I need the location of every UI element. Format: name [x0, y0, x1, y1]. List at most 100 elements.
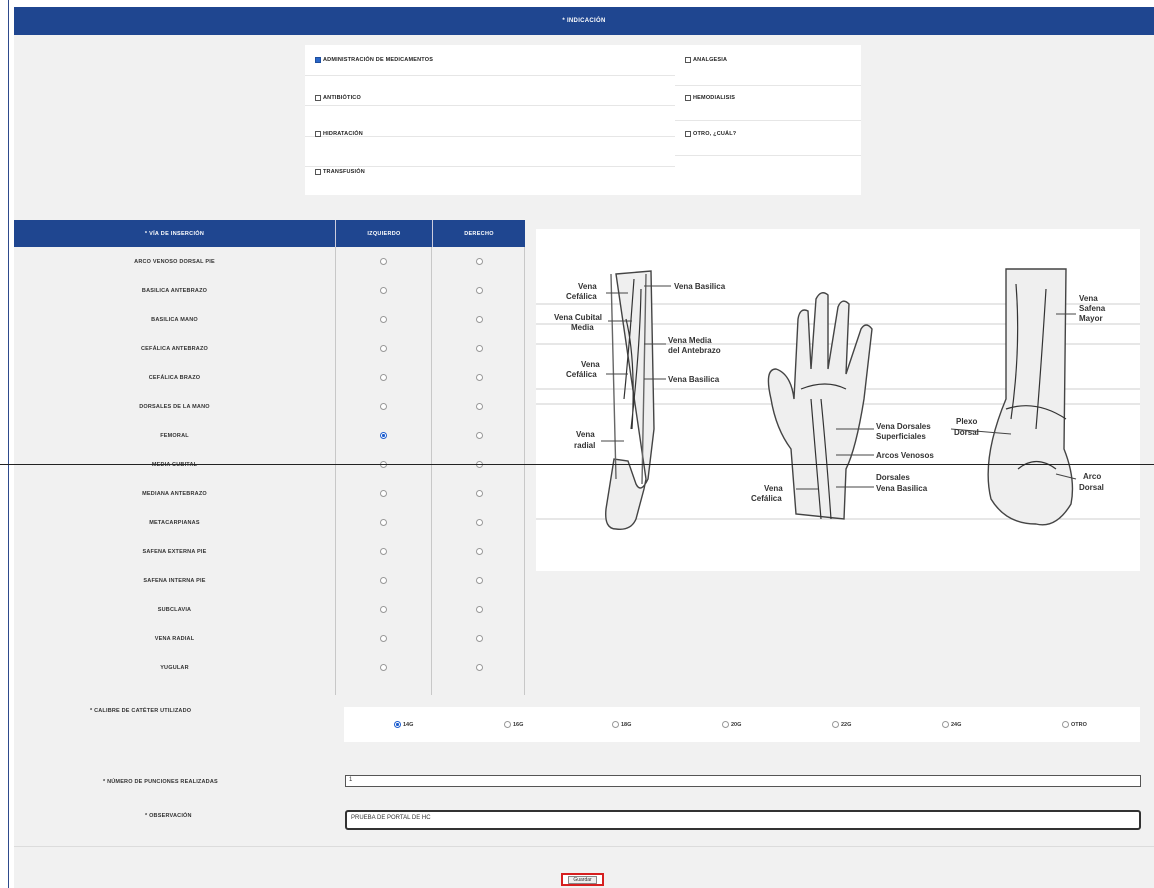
radio-derecho[interactable]: [476, 664, 483, 671]
checkbox-hemodialisis[interactable]: HEMODIALISIS: [685, 95, 735, 101]
radio-derecho[interactable]: [476, 316, 483, 323]
via-row: ARCO VENOSO DORSAL PIE: [14, 247, 524, 276]
radio-icon[interactable]: [832, 721, 839, 728]
label-vena-cefalica: Vena Cefálica: [566, 282, 599, 301]
guardar-button[interactable]: Guardar: [561, 873, 604, 886]
checkbox-label: TRANSFUSIÓN: [323, 169, 365, 175]
label-arcos-venosos: Arcos Venosos: [876, 451, 934, 460]
option-label: 20G: [731, 721, 742, 728]
radio-izquierdo[interactable]: [380, 606, 387, 613]
radio-derecho[interactable]: [476, 258, 483, 265]
radio-izquierdo[interactable]: [380, 548, 387, 555]
radio-izquierdo[interactable]: [380, 490, 387, 497]
observacion-textarea[interactable]: PRUEBA DE PORTAL DE HC: [345, 810, 1141, 830]
calibre-option-16g[interactable]: 16G: [504, 721, 523, 728]
radio-izquierdo[interactable]: [380, 664, 387, 671]
radio-derecho[interactable]: [476, 374, 483, 381]
calibre-option-14g[interactable]: 14G: [394, 721, 413, 728]
via-row-label: CEFÁLICA BRAZO: [148, 374, 201, 381]
observacion-label: * OBSERVACIÓN: [145, 813, 192, 819]
label-vena-basilica-2: Vena Basilica: [668, 375, 720, 384]
via-row: SAFENA INTERNA PIE: [14, 566, 524, 595]
label-vena-cefalica-2: Vena Cefálica: [566, 360, 602, 379]
radio-izquierdo[interactable]: [380, 432, 387, 439]
option-label: OTRO: [1071, 721, 1087, 728]
checkbox-icon[interactable]: [685, 57, 691, 63]
calibre-option-24g[interactable]: 24G: [942, 721, 961, 728]
radio-derecho[interactable]: [476, 548, 483, 555]
divider: [305, 75, 675, 76]
divider: [305, 105, 675, 106]
checkbox-icon[interactable]: [315, 95, 321, 101]
via-row-label: VENA RADIAL: [154, 635, 195, 642]
via-row: SUBCLAVIA: [14, 595, 524, 624]
option-label: 24G: [951, 721, 962, 728]
indicacion-panel: ADMINISTRACIÓN DE MEDICAMENTOS ANALGESIA…: [305, 45, 861, 195]
veins-diagram: Vena Cefálica Vena Basilica Vena Cubital…: [536, 229, 1140, 571]
foot-illustration: [987, 268, 1074, 526]
checkbox-administracion-medicamentos[interactable]: ADMINISTRACIÓN DE MEDICAMENTOS: [315, 57, 433, 63]
label-vena-cubital-media: Vena Cubital Media: [554, 313, 604, 332]
radio-derecho[interactable]: [476, 403, 483, 410]
checkbox-icon[interactable]: [685, 95, 691, 101]
radio-icon[interactable]: [1062, 721, 1069, 728]
checkbox-antibiotico[interactable]: ANTIBIÓTICO: [315, 95, 361, 101]
calibre-option-22g[interactable]: 22G: [832, 721, 851, 728]
radio-derecho[interactable]: [476, 490, 483, 497]
radio-derecho[interactable]: [476, 287, 483, 294]
calibre-option-20g[interactable]: 20G: [722, 721, 741, 728]
checkbox-hidratacion[interactable]: HIDRATACIÓN: [315, 131, 363, 137]
radio-izquierdo[interactable]: [380, 316, 387, 323]
horizontal-divider: [0, 464, 1154, 465]
via-row-label: SAFENA EXTERNA PIE: [142, 548, 207, 555]
via-row-label: FEMORAL: [160, 432, 189, 439]
checkbox-transfusion[interactable]: TRANSFUSIÓN: [315, 169, 365, 175]
checkbox-icon[interactable]: [685, 131, 691, 137]
radio-derecho[interactable]: [476, 432, 483, 439]
checkbox-label: ADMINISTRACIÓN DE MEDICAMENTOS: [323, 57, 434, 63]
radio-izquierdo[interactable]: [380, 345, 387, 352]
checkbox-icon[interactable]: [315, 131, 321, 137]
radio-derecho[interactable]: [476, 345, 483, 352]
via-row-label: MEDIANA ANTEBRAZO: [142, 490, 207, 497]
radio-izquierdo[interactable]: [380, 374, 387, 381]
checkbox-otro[interactable]: OTRO, ¿CUÁL?: [685, 131, 736, 137]
option-label: 14G: [403, 721, 414, 728]
veins-illustration: Vena Cefálica Vena Basilica Vena Cubital…: [536, 268, 1140, 530]
radio-icon[interactable]: [722, 721, 729, 728]
checkbox-label: ANTIBIÓTICO: [323, 95, 361, 101]
radio-icon[interactable]: [504, 721, 511, 728]
checkbox-icon[interactable]: [315, 169, 321, 175]
via-row-label: SAFENA INTERNA PIE: [143, 577, 206, 584]
checkbox-label: HEMODIALISIS: [693, 95, 736, 101]
izquierdo-header: IZQUIERDO: [335, 220, 432, 247]
label-vena-safena-mayor: Vena Safena Mayor: [1079, 294, 1107, 323]
checkbox-label: OTRO, ¿CUÁL?: [693, 131, 737, 137]
radio-derecho[interactable]: [476, 606, 483, 613]
radio-izquierdo[interactable]: [380, 258, 387, 265]
radio-derecho[interactable]: [476, 577, 483, 584]
label-dorsales: Dorsales: [876, 473, 910, 482]
calibre-option-otro[interactable]: OTRO: [1062, 721, 1087, 728]
radio-icon[interactable]: [612, 721, 619, 728]
via-row: CEFÁLICA ANTEBRAZO: [14, 334, 524, 363]
radio-derecho[interactable]: [476, 519, 483, 526]
checkbox-analgesia[interactable]: ANALGESIA: [685, 57, 727, 63]
via-header: * VÍA DE INSERCIÓN: [14, 220, 335, 247]
radio-izquierdo[interactable]: [380, 635, 387, 642]
calibre-option-18g[interactable]: 18G: [612, 721, 631, 728]
radio-derecho[interactable]: [476, 635, 483, 642]
radio-izquierdo[interactable]: [380, 519, 387, 526]
radio-izquierdo[interactable]: [380, 577, 387, 584]
guardar-button-label: Guardar: [568, 875, 597, 884]
via-row: FEMORAL: [14, 421, 524, 450]
via-row: CEFÁLICA BRAZO: [14, 363, 524, 392]
punciones-input[interactable]: 1: [345, 775, 1141, 787]
checkbox-checked-icon[interactable]: [315, 57, 321, 63]
radio-selected-icon[interactable]: [394, 721, 401, 728]
label-vena-basilica: Vena Basilica: [674, 282, 726, 291]
radio-izquierdo[interactable]: [380, 403, 387, 410]
option-label: 16G: [513, 721, 524, 728]
radio-icon[interactable]: [942, 721, 949, 728]
radio-izquierdo[interactable]: [380, 287, 387, 294]
